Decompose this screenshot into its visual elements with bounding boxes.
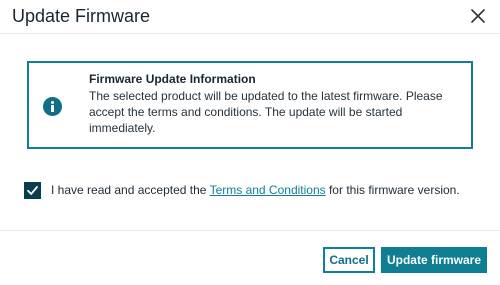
consent-text: I have read and accepted the Terms and C… xyxy=(51,183,460,197)
checkmark-icon xyxy=(27,185,38,195)
consent-text-before: I have read and accepted the xyxy=(51,183,210,197)
firmware-info-box: Firmware Update Information The selected… xyxy=(27,61,473,149)
close-icon xyxy=(471,9,485,23)
info-icon xyxy=(43,97,62,116)
info-heading: Firmware Update Information xyxy=(89,72,256,86)
close-button[interactable] xyxy=(468,6,488,26)
dialog-title: Update Firmware xyxy=(12,6,151,26)
update-firmware-button[interactable]: Update firmware xyxy=(381,247,487,273)
terms-consent: I have read and accepted the Terms and C… xyxy=(24,180,460,200)
update-firmware-dialog: Update Firmware Firmware Update Informat… xyxy=(0,0,500,285)
cancel-button[interactable]: Cancel xyxy=(323,247,375,273)
terms-and-conditions-link[interactable]: Terms and Conditions xyxy=(210,183,326,197)
consent-text-after: for this firmware version. xyxy=(325,183,460,197)
terms-checkbox[interactable] xyxy=(24,181,41,199)
dialog-footer: Cancel Update firmware xyxy=(0,230,500,285)
info-text: The selected product will be updated to … xyxy=(89,89,443,135)
dialog-header: Update Firmware xyxy=(0,0,500,34)
